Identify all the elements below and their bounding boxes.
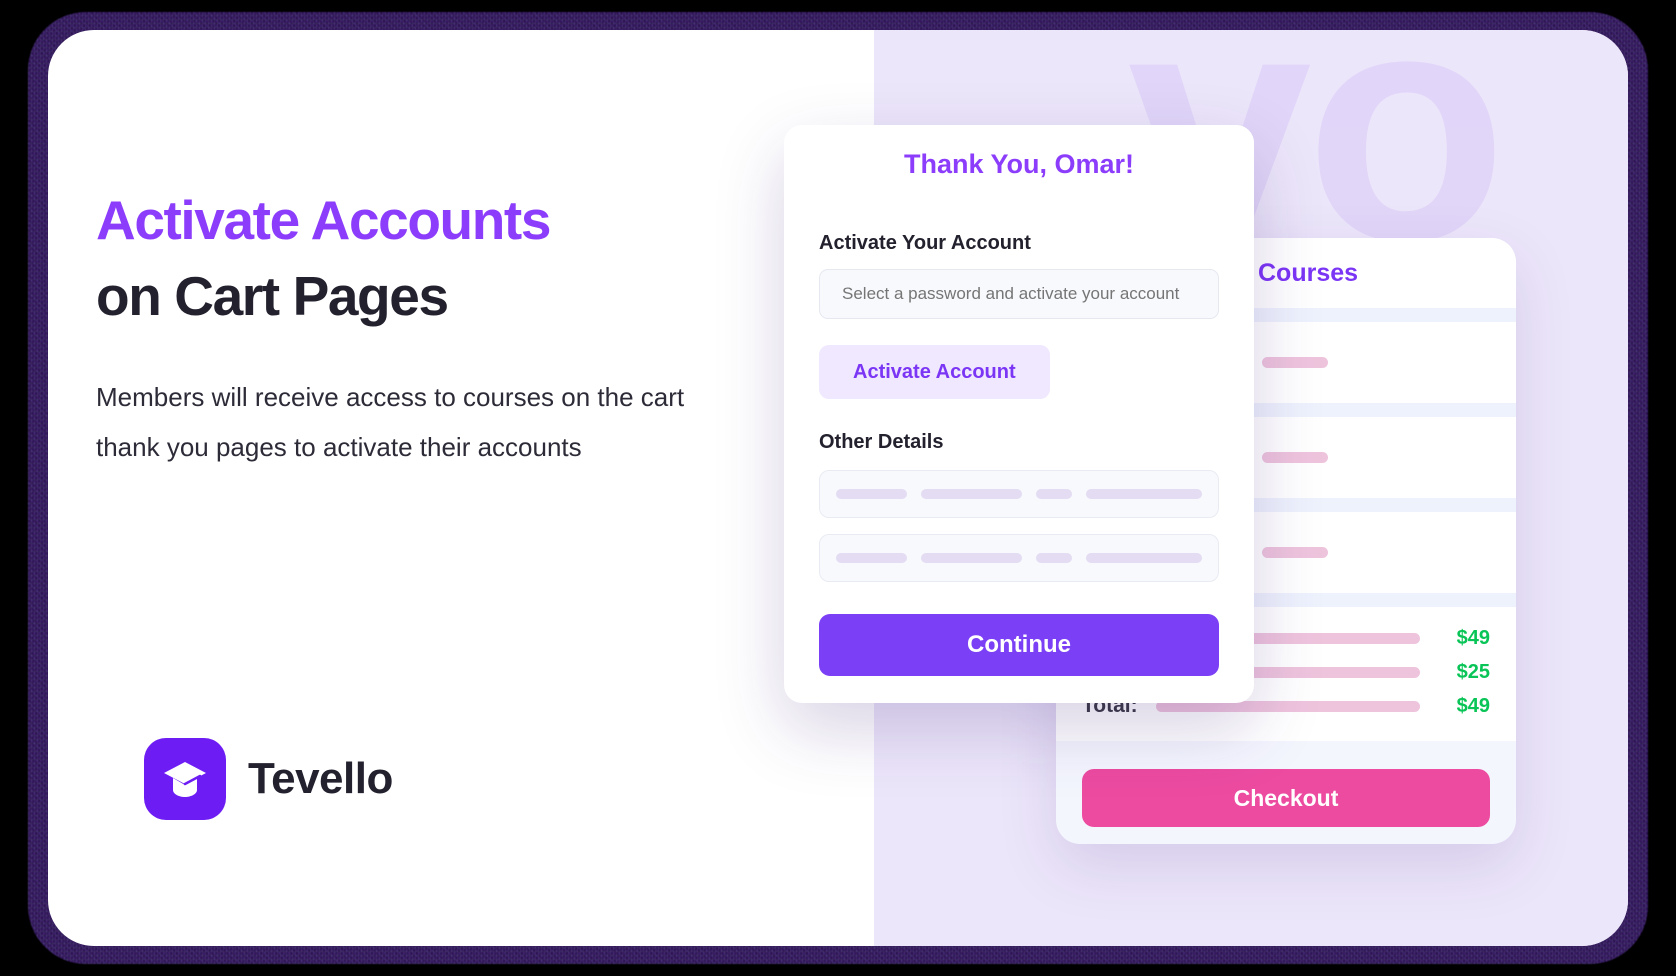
row-placeholder-bar <box>1262 357 1328 368</box>
line-item-price: $49 <box>1456 626 1490 649</box>
screenshot-root: vo Activate Accounts on Cart Pages Membe… <box>0 0 1676 976</box>
page-title-line2: on Cart Pages <box>96 264 449 327</box>
activation-modal: Thank You, Omar! Activate Your Account A… <box>784 125 1254 703</box>
other-details-label: Other Details <box>819 431 944 453</box>
field-placeholder-bar <box>836 489 907 499</box>
other-details-field-2[interactable] <box>819 534 1219 582</box>
hero-description: Members will receive access to courses o… <box>96 382 685 462</box>
graduation-cap-icon <box>144 738 226 820</box>
field-placeholder-bar <box>1086 489 1202 499</box>
modal-body: Activate Your Account Activate Account O… <box>784 204 1254 676</box>
row-placeholder-bar <box>1262 547 1328 558</box>
cart-header-label: Courses <box>1258 258 1359 287</box>
modal-title: Thank You, Omar! <box>903 149 1135 179</box>
page-title-line1: Activate Accounts <box>96 189 551 251</box>
continue-button[interactable]: Continue <box>819 614 1219 676</box>
brand-name: Tevello <box>248 754 393 803</box>
field-placeholder-bar <box>1035 553 1073 563</box>
main-card: vo Activate Accounts on Cart Pages Membe… <box>48 30 1628 946</box>
line-item-price: $25 <box>1456 660 1490 683</box>
field-placeholder-bar <box>1086 553 1202 563</box>
row-placeholder-bar <box>1262 452 1328 463</box>
total-price: $49 <box>1456 694 1490 717</box>
field-placeholder-bar <box>836 553 907 563</box>
other-details-field-1[interactable] <box>819 470 1219 518</box>
field-placeholder-bar <box>1035 489 1073 499</box>
brand-logo: Tevello <box>144 738 393 820</box>
modal-header: Thank You, Omar! <box>784 125 1254 204</box>
page-title: Activate Accounts on Cart Pages <box>96 189 756 327</box>
checkout-button[interactable]: Checkout <box>1082 769 1490 827</box>
activate-account-button[interactable]: Activate Account <box>819 345 1050 399</box>
field-placeholder-bar <box>920 553 1022 563</box>
field-placeholder-bar <box>920 489 1022 499</box>
activate-account-label: Activate Your Account <box>819 232 1031 254</box>
password-input[interactable] <box>819 269 1219 319</box>
hero-section: Activate Accounts on Cart Pages Members … <box>96 189 756 472</box>
